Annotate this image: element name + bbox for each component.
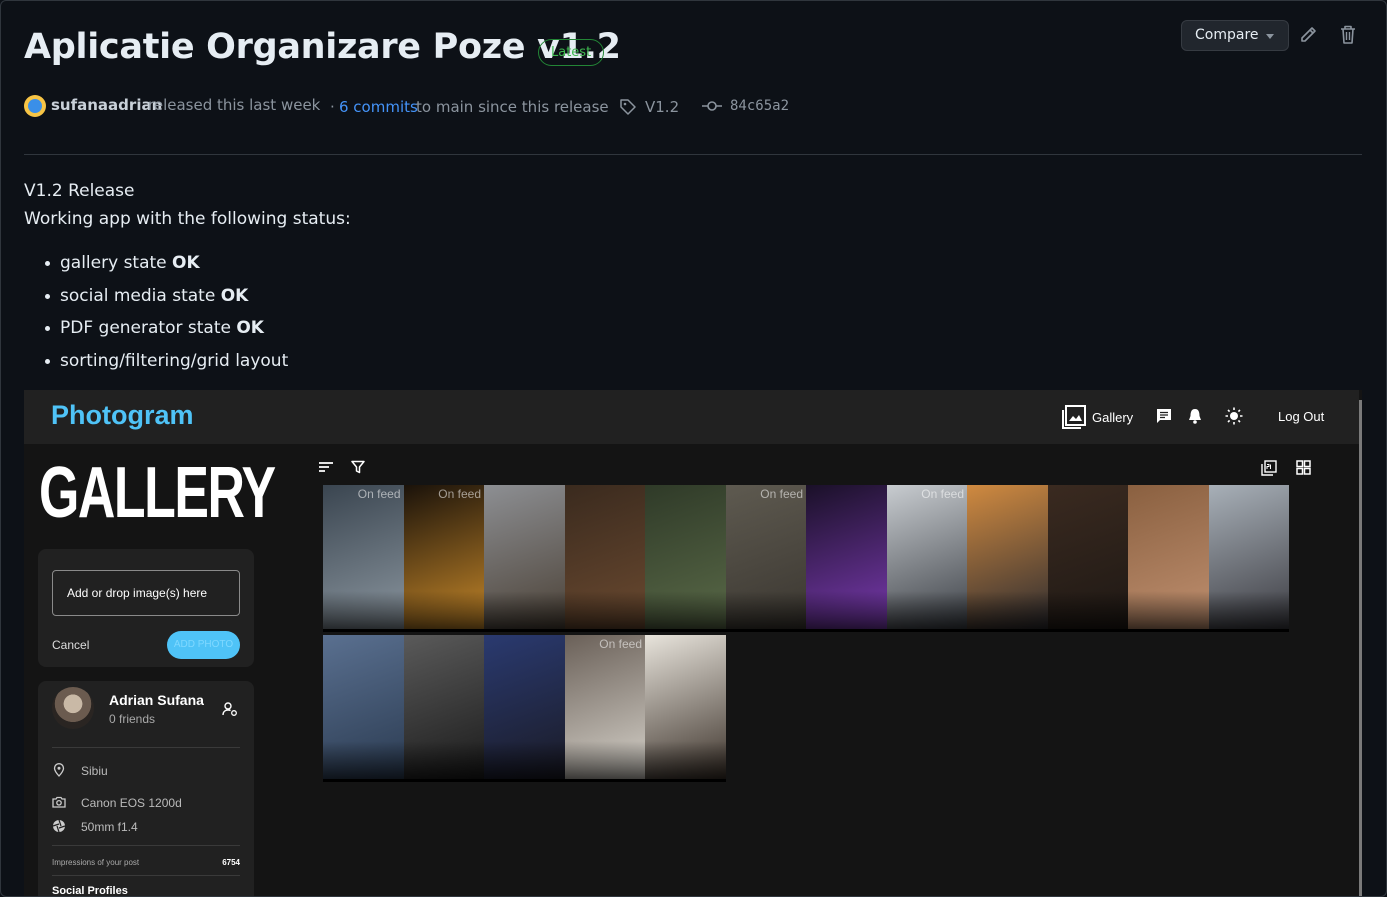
sort-icon: [319, 462, 333, 472]
location-pin-icon: [53, 763, 65, 777]
grid-layout-icon: [1296, 460, 1311, 475]
divider: [24, 154, 1362, 155]
photo-tile: [484, 485, 565, 631]
photo-tile: [1128, 485, 1209, 631]
latest-badge: Latest: [538, 39, 605, 66]
commits-text: to main since this release: [416, 98, 609, 116]
list-item: social media state OK: [44, 280, 288, 313]
released-text: released this last week: [148, 96, 321, 114]
photo-tile: [403, 635, 484, 781]
on-feed-label: On feed: [357, 487, 401, 501]
photo-tile: On feed: [725, 485, 806, 631]
photo-tile: On feed: [323, 485, 404, 631]
app-navbar: Photogram Gallery Log Out: [24, 390, 1359, 444]
screenshot-scrollbar: [1359, 400, 1362, 896]
add-photo-button: ADD PHOTO: [167, 631, 240, 659]
tag-link[interactable]: V1.2: [645, 98, 679, 116]
list-item: sorting/filtering/grid layout: [44, 345, 288, 378]
photo-tile: [645, 485, 726, 631]
chevron-down-icon: [1266, 34, 1274, 39]
drop-zone: Add or drop image(s) here: [52, 570, 240, 616]
photo-tile: [323, 635, 404, 781]
aperture-icon: [52, 819, 66, 833]
on-feed-label: On feed: [921, 487, 964, 501]
camera-icon: [52, 796, 66, 808]
profile-card: Adrian Sufana 0 friends Sibiu Canon EOS …: [38, 681, 254, 897]
profile-name: Adrian Sufana: [109, 692, 204, 708]
cancel-button: Cancel: [52, 638, 90, 652]
release-title: Aplicatie Organizare Poze v1.2: [24, 27, 621, 67]
gallery-heading: GALLERY: [39, 453, 276, 533]
photo-grid-row-2: On feed: [323, 635, 726, 781]
photo-tile: On feed: [403, 485, 484, 631]
photo-tile: On feed: [564, 635, 645, 781]
on-feed-label: On feed: [599, 637, 642, 651]
photo-tile: [484, 635, 565, 781]
notes-intro: Working app with the following status:: [24, 209, 351, 229]
photo-grid-row-1: On feed On feed On feed On feed: [323, 485, 1289, 631]
gallery-icon: [1062, 405, 1086, 429]
profile-divider: [52, 875, 240, 876]
impressions-value: 6754: [222, 858, 240, 867]
on-feed-label: On feed: [760, 487, 803, 501]
bell-icon: [1189, 409, 1201, 424]
manage-account-icon: [222, 702, 237, 716]
impressions-row: Impressions of your post 6754: [52, 858, 240, 867]
compare-button[interactable]: Compare: [1181, 20, 1289, 51]
commit-hash-link[interactable]: 84c65a2: [730, 98, 789, 114]
row-divider: [323, 779, 726, 782]
commit-icon: [702, 101, 722, 111]
author-link[interactable]: sufanaadrian: [51, 96, 162, 114]
compare-label: Compare: [1195, 27, 1259, 43]
list-item: gallery state OK: [44, 247, 288, 280]
nav-gallery-link: Gallery: [1061, 403, 1133, 431]
row-divider: [323, 629, 1289, 632]
app-brand: Photogram: [51, 400, 194, 430]
author-avatar[interactable]: [24, 95, 46, 117]
pencil-icon[interactable]: [1299, 24, 1319, 46]
avatar: [52, 687, 94, 729]
profile-friends: 0 friends: [109, 712, 156, 726]
impressions-label: Impressions of your post: [52, 858, 140, 867]
filter-icon: [351, 460, 365, 474]
status-list: gallery state OK social media state OK P…: [44, 247, 288, 378]
photo-tile: On feed: [886, 485, 967, 631]
photo-tile: [564, 485, 645, 631]
social-heading: Social Profiles: [52, 885, 128, 897]
meta-separator: ·: [330, 98, 335, 116]
sun-icon: [1225, 407, 1243, 425]
photo-tile: [1047, 485, 1128, 631]
commits-link[interactable]: 6 commits: [339, 98, 418, 116]
app-screenshot: Photogram Gallery Log Out GALLERY Add or…: [24, 390, 1362, 897]
release-meta: sufanaadrian released this last week · 6…: [24, 94, 1364, 120]
pdf-icon: [1261, 460, 1277, 476]
photo-tile: [1208, 485, 1289, 631]
tag-icon: [620, 99, 636, 115]
profile-divider: [52, 747, 240, 748]
logout-button: Log Out: [1278, 409, 1325, 424]
chat-icon: [1157, 409, 1171, 423]
photo-tile: [806, 485, 887, 631]
on-feed-label: On feed: [438, 487, 481, 501]
photo-tile: [645, 635, 726, 781]
list-item: PDF generator state OK: [44, 312, 288, 345]
profile-divider: [52, 845, 240, 846]
trash-icon[interactable]: [1338, 24, 1358, 46]
upload-card: Add or drop image(s) here Cancel ADD PHO…: [38, 549, 254, 667]
release-panel: Aplicatie Organizare Poze v1.2 Latest Co…: [0, 0, 1387, 897]
release-notes: V1.2 Release Working app with the follow…: [24, 177, 351, 233]
nav-gallery-label: Gallery: [1092, 409, 1134, 425]
photo-tile: [967, 485, 1048, 631]
notes-heading: V1.2 Release: [24, 181, 135, 201]
